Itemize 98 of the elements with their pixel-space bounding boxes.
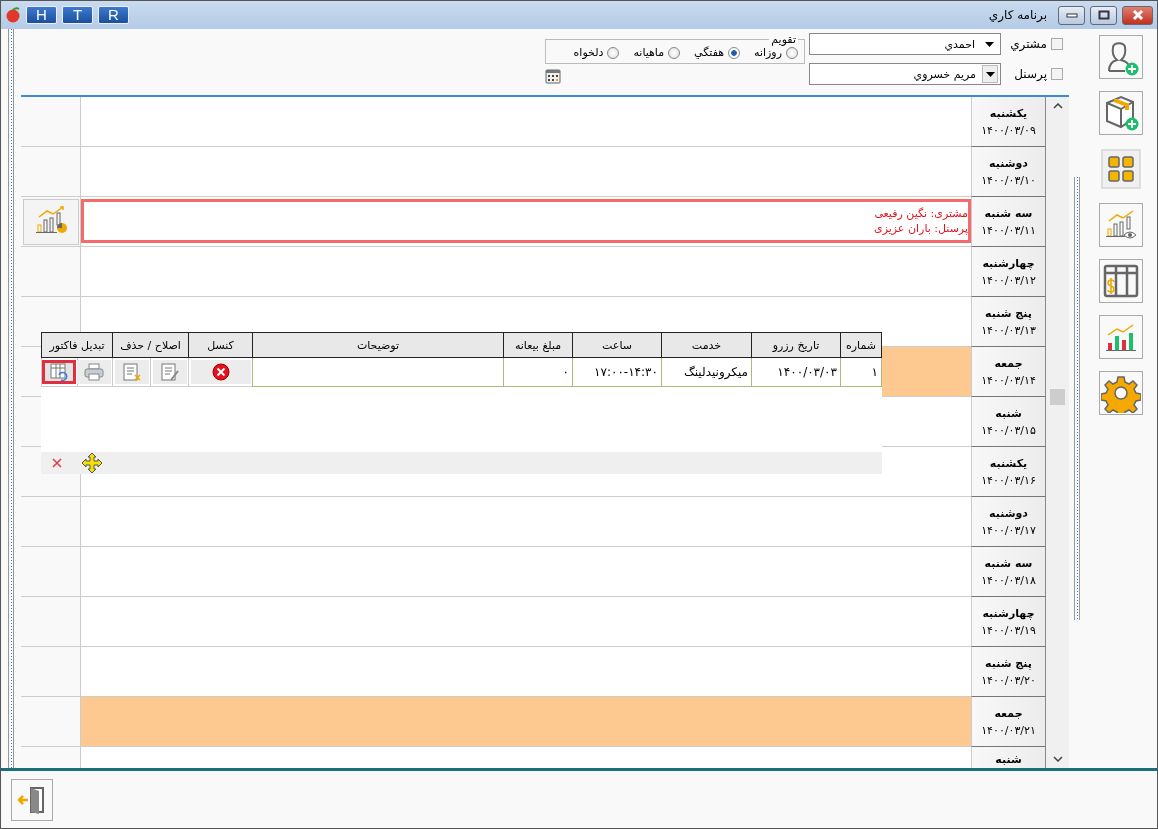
day-date: ۱۴۰۰/۰۳/۲۰: [981, 673, 1036, 687]
close-button[interactable]: [1122, 5, 1153, 25]
column-header: تاریخ رزرو: [751, 332, 841, 358]
column-header: مبلغ بیعانه: [503, 332, 573, 358]
column-header: اصلاح / حذف: [112, 332, 189, 358]
cancel-button[interactable]: [190, 360, 251, 384]
table-cell: ۱۴۰۰/۰۳/۰۳: [751, 357, 841, 387]
day-date: ۱۴۰۰/۰۳/۱۴: [981, 373, 1036, 387]
scroll-thumb[interactable]: [1050, 389, 1065, 405]
minimize-button[interactable]: [1058, 5, 1085, 25]
splitter-handle[interactable]: [1074, 177, 1080, 620]
radio-option[interactable]: ماهيانه: [633, 46, 681, 59]
quick-button[interactable]: R: [98, 6, 129, 24]
maximize-button[interactable]: [1090, 5, 1117, 25]
window-title: برنامه کاري: [988, 8, 1047, 22]
print-button[interactable]: [77, 360, 111, 384]
exit-button[interactable]: [11, 778, 53, 821]
table-cell: ۰: [503, 357, 573, 387]
day-name: شنبه: [995, 753, 1022, 766]
radio-option[interactable]: هفتگي: [694, 46, 741, 59]
chart-eye-button[interactable]: [1099, 203, 1143, 247]
customer-label: مشتري: [1009, 37, 1047, 51]
column-header: کنسل: [188, 332, 253, 358]
table-refresh-icon: [48, 361, 69, 382]
radio-option[interactable]: روزانه: [754, 46, 798, 59]
checkbox[interactable]: [1051, 38, 1063, 50]
grid-button[interactable]: [1101, 149, 1141, 189]
scrollbar[interactable]: [1046, 97, 1069, 768]
scroll-down-icon[interactable]: [1052, 756, 1063, 762]
exit-door-icon: [17, 784, 47, 815]
quick-button[interactable]: H: [26, 6, 57, 24]
staff-dropdown[interactable]: مريم خسروي: [809, 63, 1001, 85]
printer-icon: [84, 363, 104, 381]
grid-icon: [1106, 154, 1136, 184]
day-name: چهارشنبه: [982, 606, 1035, 620]
minimize-icon: [1065, 11, 1078, 19]
table-cell: ۱: [840, 357, 882, 387]
column-header: خدمت: [661, 332, 752, 358]
apple-icon: [5, 7, 21, 23]
radio-option[interactable]: دلخواه: [573, 46, 620, 59]
day-name: دوشنبه: [989, 156, 1028, 170]
appointment-text: پرسنل: باران عزیزی: [873, 222, 968, 235]
calendar-icon[interactable]: [545, 68, 561, 84]
settings-icon: [1101, 373, 1141, 413]
day-date: ۱۴۰۰/۰۳/۱۲: [981, 273, 1036, 287]
table-dollar-button[interactable]: [1099, 259, 1143, 303]
day-date: ۱۴۰۰/۰۳/۱۱: [981, 223, 1036, 237]
package-add-button[interactable]: [1099, 91, 1143, 135]
day-date: ۱۴۰۰/۰۳/۱۳: [981, 323, 1036, 337]
dropdown-arrow-icon[interactable]: [985, 41, 994, 47]
day-date: ۱۴۰۰/۰۳/۰۹: [981, 123, 1036, 137]
day-date: ۱۴۰۰/۰۳/۱۹: [981, 623, 1036, 637]
day-name: پنج شنبه: [985, 306, 1032, 320]
edit-button[interactable]: [152, 359, 187, 384]
column-header: تبدیل فاکتور: [41, 332, 113, 358]
day-date: ۱۴۰۰/۰۳/۱۷: [981, 523, 1036, 537]
staff-label: پرسنل: [1013, 67, 1047, 81]
cancel-icon: [211, 363, 230, 381]
day-date: ۱۴۰۰/۰۳/۱۶: [981, 473, 1036, 487]
day-name: يكشنبه: [989, 106, 1028, 120]
dropdown-button[interactable]: [982, 65, 998, 83]
day-name: دوشنبه: [989, 506, 1028, 520]
table-cell: ۱۷:۰۰-۱۴:۳۰: [572, 357, 662, 387]
day-date: ۱۴۰۰/۰۳/۱۰: [981, 173, 1036, 187]
move-icon[interactable]: [81, 452, 103, 474]
day-name: چهارشنبه: [982, 256, 1035, 270]
quick-button[interactable]: T: [62, 6, 93, 24]
user-add-button[interactable]: [1099, 35, 1143, 79]
table-cell: میکرونیدلینگ: [661, 357, 752, 387]
column-header: شماره: [840, 332, 882, 358]
dropdown-arrow-icon: [985, 71, 995, 77]
column-header: توضیحات: [252, 332, 504, 358]
checkbox[interactable]: [1051, 68, 1063, 80]
day-date: ۱۴۰۰/۰۳/۱۵: [981, 423, 1036, 437]
delete-button[interactable]: [114, 359, 149, 384]
customer-dropdown[interactable]: احمدي: [809, 33, 1001, 55]
convert-invoice-button[interactable]: [41, 359, 76, 384]
maximize-icon: [1097, 10, 1110, 20]
day-name: جمعه: [994, 356, 1023, 370]
bar-chart-button[interactable]: [1099, 315, 1143, 359]
day-name: سه شنبه: [984, 206, 1033, 220]
close-icon[interactable]: [51, 457, 63, 469]
gear-button[interactable]: [1099, 371, 1143, 415]
day-name: سه شنبه: [984, 556, 1033, 570]
column-header: ساعت: [572, 332, 662, 358]
appointment-text: مشتری: نگین رفیعی: [873, 207, 968, 220]
day-name: پنج شنبه: [985, 656, 1032, 670]
close-icon: [1130, 9, 1145, 21]
report-button[interactable]: [22, 198, 79, 245]
scroll-up-icon[interactable]: [1052, 103, 1063, 109]
day-name: شنبه: [995, 406, 1022, 420]
day-name: يكشنبه: [989, 456, 1028, 470]
day-date: ۱۴۰۰/۰۳/۱۸: [981, 573, 1036, 587]
edit-document-icon: [159, 361, 180, 382]
delete-document-icon: [121, 361, 142, 382]
day-date: ۱۴۰۰/۰۳/۲۱: [981, 723, 1036, 737]
day-name: جمعه: [994, 706, 1023, 720]
splitter-handle[interactable]: [8, 29, 14, 768]
